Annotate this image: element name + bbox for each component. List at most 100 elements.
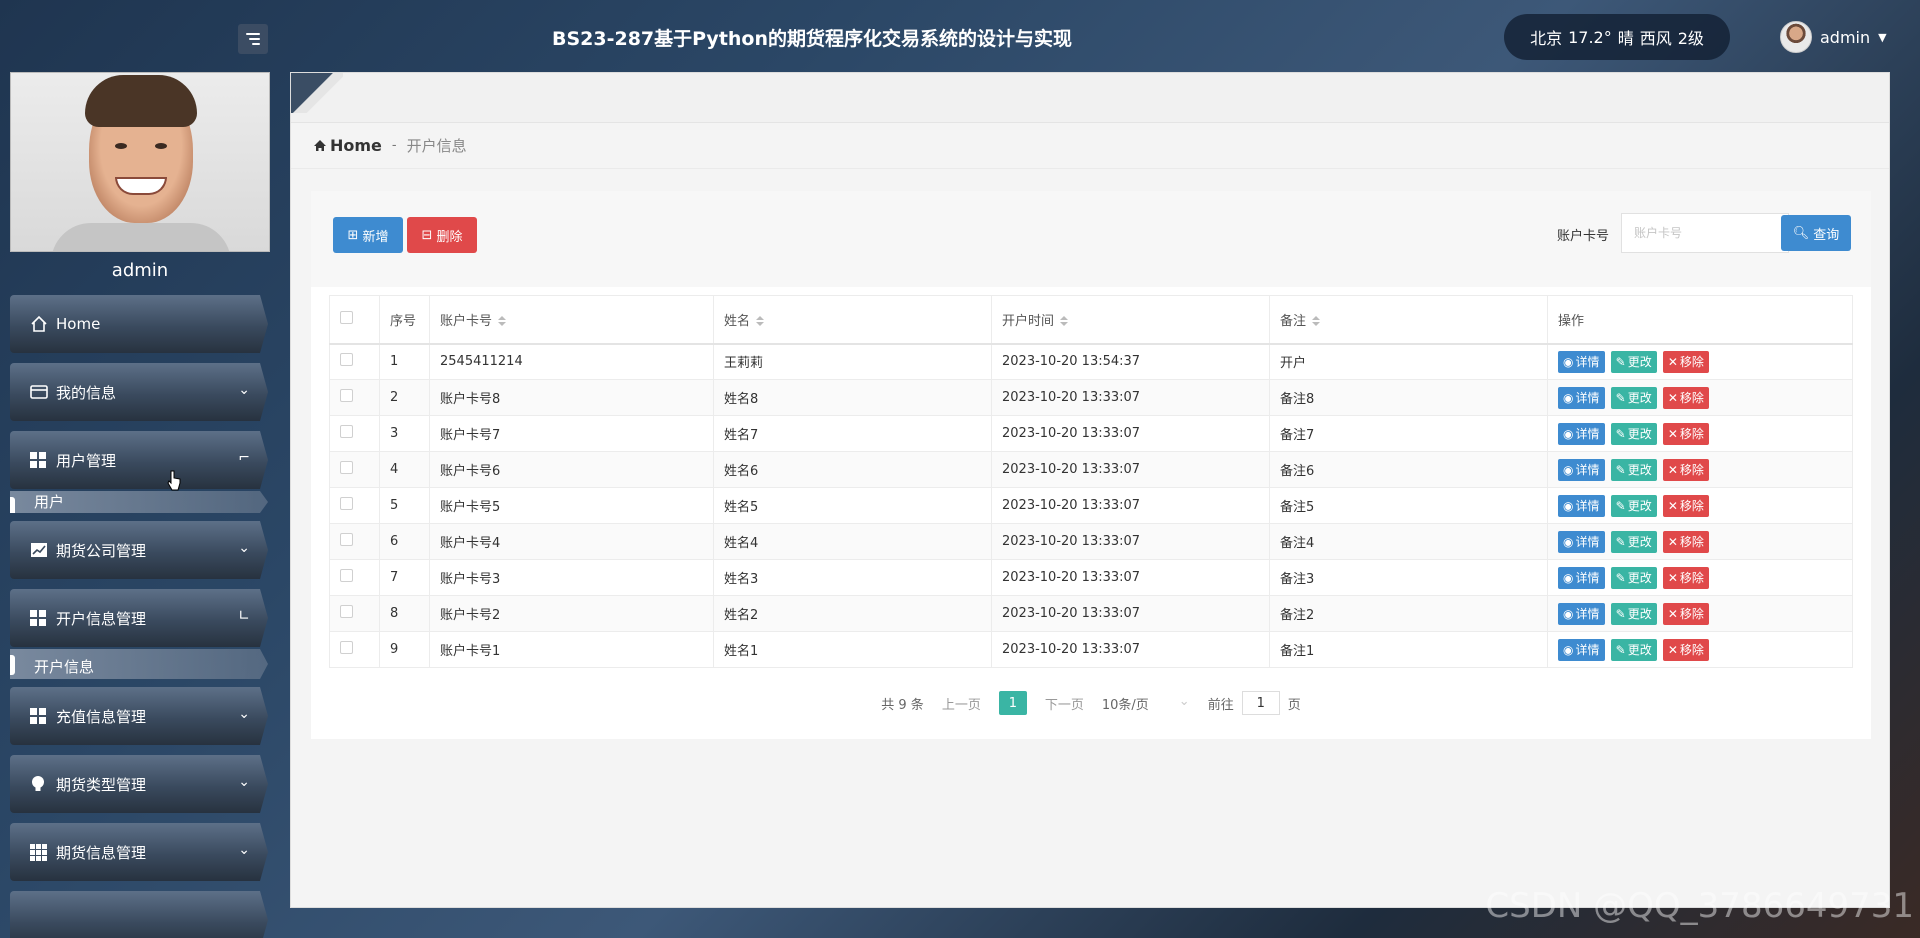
row-select-cell[interactable] — [329, 343, 380, 380]
detail-label: 详情 — [1575, 571, 1600, 585]
data-table: 序号 账户卡号 姓名 开户时间 备注 操作 1 2545411214 王莉莉 2023… — [329, 295, 1853, 668]
edit-button[interactable]: ✎ 更改 — [1610, 386, 1657, 409]
table-row: 4 账户卡号6 姓名6 2023-10-20 13:33:07 备注6 ◉ 详情 ✎ 更改 … — [329, 451, 1853, 488]
add-button[interactable]: ⊞ 新增 — [333, 217, 403, 253]
column-header-note[interactable]: 备注 — [1269, 295, 1548, 345]
row-select-cell[interactable] — [329, 451, 380, 488]
sort-icon[interactable] — [1312, 316, 1321, 327]
breadcrumb-separator: - — [391, 138, 397, 153]
cell-time: 2023-10-20 13:33:07 — [991, 559, 1270, 596]
row-checkbox[interactable] — [340, 461, 353, 474]
pager-size-select[interactable]: 10条/页 ⌄ — [1102, 694, 1190, 713]
edit-button[interactable]: ✎ 更改 — [1610, 350, 1657, 373]
row-checkbox[interactable] — [340, 389, 353, 402]
edit-button[interactable]: ✎ 更改 — [1610, 458, 1657, 481]
sidebar-item-home[interactable]: Home — [10, 295, 268, 353]
row-select-cell[interactable] — [329, 487, 380, 524]
row-select-cell[interactable] — [329, 415, 380, 452]
row-checkbox[interactable] — [340, 605, 353, 618]
edit-button[interactable]: ✎ 更改 — [1610, 638, 1657, 661]
menu-toggle-icon[interactable] — [238, 24, 268, 54]
remove-button[interactable]: ✕ 移除 — [1662, 638, 1709, 661]
sidebar-item-futures-type[interactable]: 期货类型管理 ⌄ — [10, 755, 268, 813]
row-checkbox[interactable] — [340, 533, 353, 546]
pager-goto-input[interactable]: 1 — [1241, 691, 1280, 715]
sidebar-subitem-user[interactable]: 用户 — [10, 491, 268, 513]
chevron-down-icon: ⌄ — [238, 706, 250, 722]
remove-button[interactable]: ✕ 移除 — [1662, 566, 1709, 589]
sidebar-item-account-mgmt[interactable]: 开户信息管理 ∟ — [10, 589, 268, 647]
delete-button[interactable]: ⊟ 删除 — [407, 217, 477, 253]
row-checkbox[interactable] — [340, 641, 353, 654]
cell-note: 备注1 — [1269, 631, 1548, 668]
column-header-time[interactable]: 开户时间 — [991, 295, 1270, 345]
edit-button[interactable]: ✎ 更改 — [1610, 494, 1657, 517]
weather-widget: 北京 17.2° 晴 西风 2级 — [1504, 14, 1730, 60]
sidebar-subitem-account-info[interactable]: 开户信息 — [10, 649, 268, 679]
remove-button[interactable]: ✕ 移除 — [1662, 494, 1709, 517]
edit-label: 更改 — [1627, 355, 1652, 370]
cell-index: 8 — [379, 595, 430, 632]
edit-label: 更改 — [1627, 607, 1652, 621]
sidebar-item-more[interactable] — [10, 891, 268, 938]
detail-button[interactable]: ◉ 详情 — [1558, 566, 1605, 589]
row-checkbox[interactable] — [340, 569, 353, 582]
search-button[interactable]: 🔍︎ 查询 — [1781, 215, 1851, 251]
chevron-down-icon: ⌄ — [238, 382, 250, 398]
sidebar-item-user-mgmt[interactable]: 用户管理 ⌐ — [10, 431, 268, 489]
row-select-cell[interactable] — [329, 523, 380, 560]
column-header-name[interactable]: 姓名 — [713, 295, 992, 345]
sidebar-item-my-info[interactable]: 我的信息 ⌄ — [10, 363, 268, 421]
detail-button[interactable]: ◉ 详情 — [1558, 458, 1605, 481]
detail-button[interactable]: ◉ 详情 — [1558, 422, 1605, 445]
column-header-card[interactable]: 账户卡号 — [429, 295, 714, 345]
detail-label: 详情 — [1575, 463, 1600, 477]
detail-button[interactable]: ◉ 详情 — [1558, 602, 1605, 625]
edit-button[interactable]: ✎ 更改 — [1610, 602, 1657, 625]
select-all-cell[interactable] — [329, 295, 380, 345]
row-checkbox[interactable] — [340, 497, 353, 510]
edit-icon: ✎ — [1615, 462, 1626, 477]
row-select-cell[interactable] — [329, 595, 380, 632]
detail-button[interactable]: ◉ 详情 — [1558, 638, 1605, 661]
sidebar-item-recharge-mgmt[interactable]: 充值信息管理 ⌄ — [10, 687, 268, 745]
row-checkbox[interactable] — [340, 425, 353, 438]
remove-button[interactable]: ✕ 移除 — [1662, 530, 1709, 553]
user-name: admin — [1820, 27, 1871, 47]
user-menu[interactable]: admin ▼ — [1780, 20, 1887, 54]
detail-button[interactable]: ◉ 详情 — [1558, 494, 1605, 517]
watermark: CSDN @QQ_3786649731 — [1485, 886, 1914, 926]
sort-icon[interactable] — [498, 316, 507, 327]
select-all-checkbox[interactable] — [340, 310, 353, 324]
cell-time: 2023-10-20 13:33:07 — [991, 379, 1270, 416]
pager-prev-button[interactable]: 上一页 — [942, 694, 981, 713]
sidebar-item-futures-company[interactable]: 期货公司管理 ⌄ — [10, 521, 268, 579]
bulb-icon — [30, 775, 52, 793]
pager-next-button[interactable]: 下一页 — [1045, 694, 1084, 713]
sort-icon[interactable] — [756, 316, 765, 327]
sort-icon[interactable] — [1060, 316, 1069, 327]
detail-button[interactable]: ◉ 详情 — [1558, 350, 1605, 373]
row-select-cell[interactable] — [329, 379, 380, 416]
remove-button[interactable]: ✕ 移除 — [1662, 458, 1709, 481]
breadcrumb-home[interactable]: Home — [313, 136, 382, 155]
close-icon: ✕ — [1667, 570, 1678, 585]
row-select-cell[interactable] — [329, 631, 380, 668]
remove-button[interactable]: ✕ 移除 — [1662, 602, 1709, 625]
search-input[interactable] — [1621, 213, 1789, 253]
pager-page-current[interactable]: 1 — [998, 691, 1027, 715]
edit-button[interactable]: ✎ 更改 — [1610, 422, 1657, 445]
row-checkbox[interactable] — [340, 353, 353, 367]
edit-button[interactable]: ✎ 更改 — [1610, 530, 1657, 553]
delete-button-label: 删除 — [436, 229, 463, 245]
remove-button[interactable]: ✕ 移除 — [1662, 350, 1709, 373]
remove-button[interactable]: ✕ 移除 — [1662, 422, 1709, 445]
close-icon: ✕ — [1667, 462, 1678, 477]
edit-button[interactable]: ✎ 更改 — [1610, 566, 1657, 589]
row-select-cell[interactable] — [329, 559, 380, 596]
detail-button[interactable]: ◉ 详情 — [1558, 530, 1605, 553]
detail-button[interactable]: ◉ 详情 — [1558, 386, 1605, 409]
cell-time: 2023-10-20 13:33:07 — [991, 631, 1270, 668]
remove-button[interactable]: ✕ 移除 — [1662, 386, 1709, 409]
sidebar-item-futures-info[interactable]: 期货信息管理 ⌄ — [10, 823, 268, 881]
